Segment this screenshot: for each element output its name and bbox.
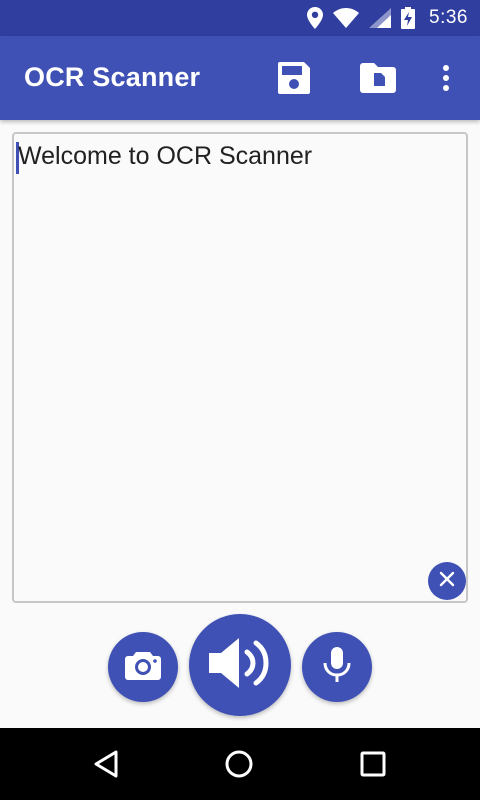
app-title: OCR Scanner: [24, 62, 201, 92]
signal-icon: [369, 8, 392, 28]
wifi-icon: [333, 8, 360, 28]
status-bar: 5:36: [0, 0, 480, 36]
battery-charging-icon: [401, 7, 416, 29]
open-file-icon: [360, 62, 396, 98]
recents-button[interactable]: [353, 746, 393, 786]
ocr-text-editor[interactable]: Welcome to OCR Scanner: [12, 132, 468, 603]
status-time: 5:36: [429, 7, 468, 28]
back-button[interactable]: [86, 746, 126, 786]
camera-button[interactable]: [108, 632, 178, 702]
home-button[interactable]: [219, 746, 259, 786]
volume-up-icon: [207, 635, 273, 696]
open-file-button[interactable]: [358, 60, 398, 100]
clear-text-button[interactable]: [428, 562, 466, 600]
app-bar: OCR Scanner: [0, 36, 480, 120]
clear-icon: [437, 569, 457, 594]
back-icon: [92, 749, 120, 784]
save-icon: [276, 60, 312, 101]
home-icon: [224, 749, 254, 784]
location-icon: [307, 7, 324, 29]
navigation-bar: [0, 728, 480, 800]
save-button[interactable]: [274, 60, 314, 100]
more-vert-icon: [442, 64, 450, 96]
recents-icon: [360, 751, 386, 782]
camera-icon: [125, 650, 161, 685]
microphone-button[interactable]: [302, 632, 372, 702]
editor-text: Welcome to OCR Scanner: [18, 142, 313, 170]
overflow-menu-button[interactable]: [426, 60, 466, 100]
mic-icon: [323, 646, 351, 688]
speak-button[interactable]: [189, 614, 291, 716]
